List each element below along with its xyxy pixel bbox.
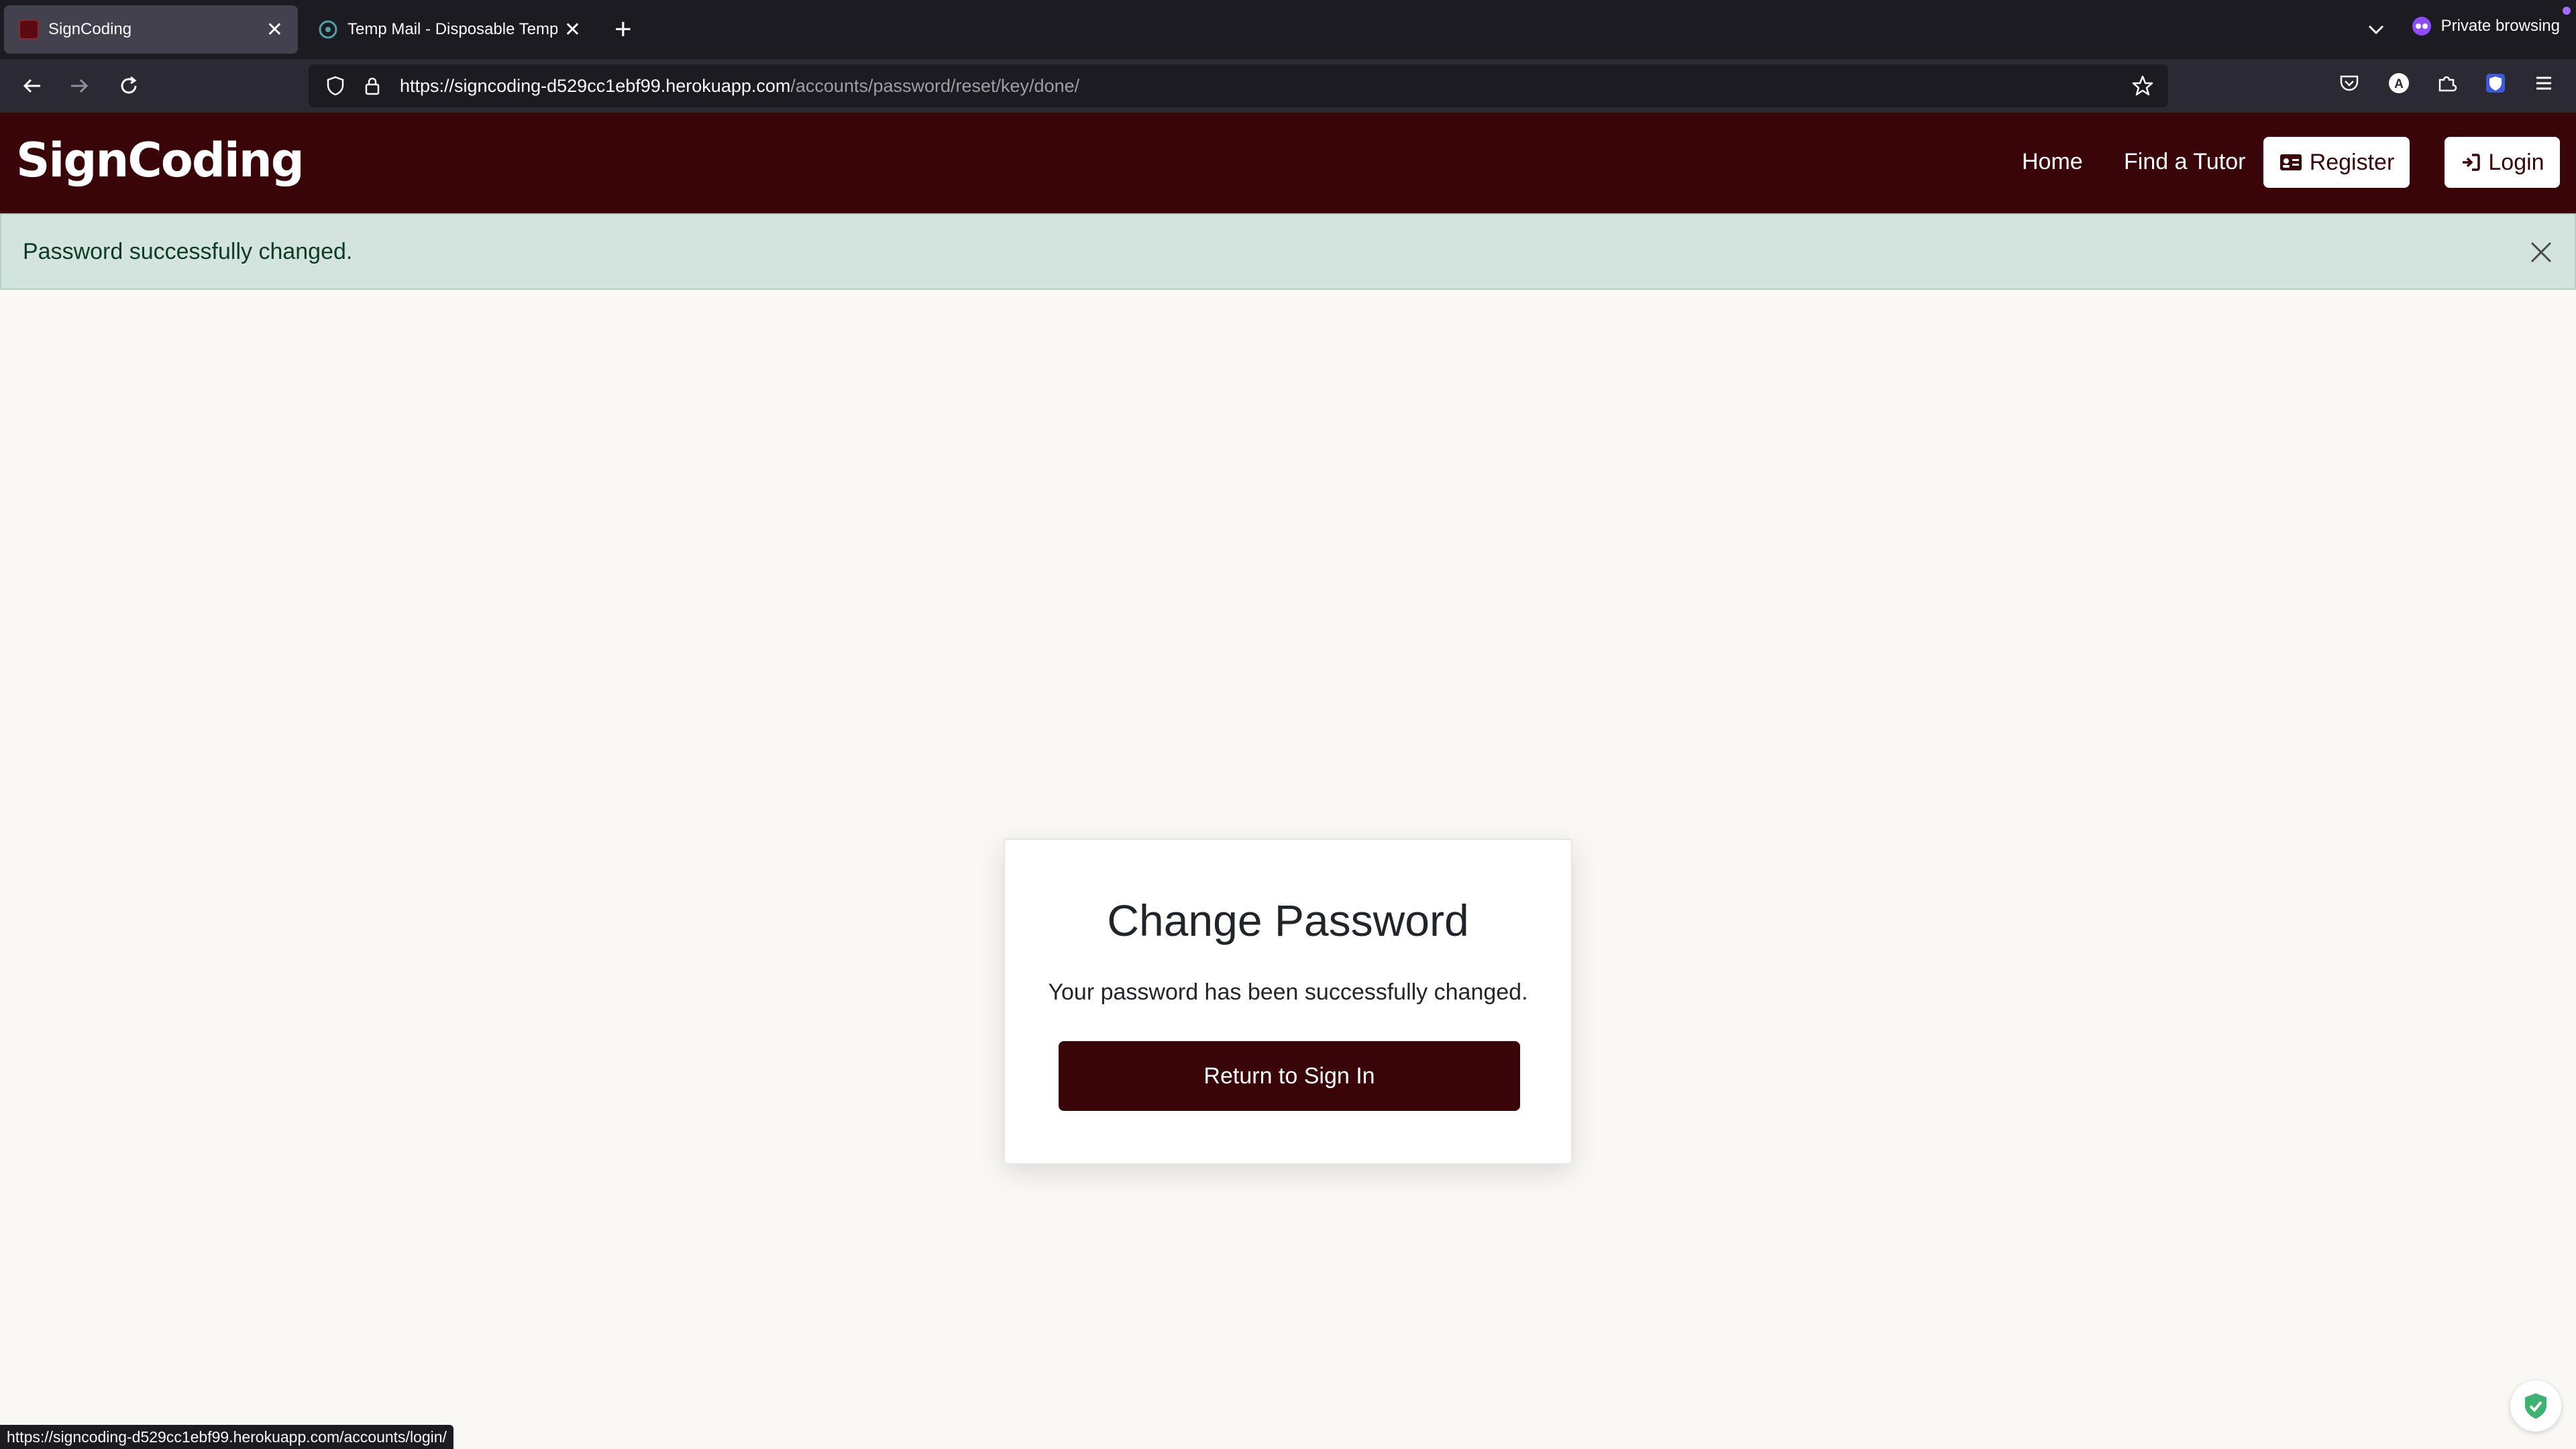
- signcoding-favicon-icon: [19, 19, 39, 40]
- pocket-icon[interactable]: [2337, 71, 2361, 95]
- return-to-sign-in-button[interactable]: Return to Sign In: [1059, 1041, 1520, 1111]
- sign-in-icon: [2463, 154, 2481, 171]
- shield-check-icon: [2525, 1393, 2546, 1419]
- browser-navigation-toolbar: https://signcoding-d529cc1ebf99.herokuap…: [0, 59, 2576, 113]
- tracking-protection-shield-icon[interactable]: [325, 75, 346, 97]
- nav-link-find-tutor[interactable]: Find a Tutor: [2124, 149, 2245, 175]
- forward-button[interactable]: [64, 71, 94, 101]
- url-bar[interactable]: https://signcoding-d529cc1ebf99.herokuap…: [309, 64, 2168, 107]
- url-path: /accounts/password/reset/key/done/: [790, 75, 1080, 96]
- url-host: https://signcoding-d529cc1ebf99.herokuap…: [400, 75, 791, 96]
- return-to-sign-in-label: Return to Sign In: [1203, 1063, 1375, 1089]
- list-all-tabs-chevron-icon[interactable]: [2364, 17, 2388, 42]
- notification-dot: [2563, 7, 2571, 15]
- svg-text:A: A: [2394, 77, 2404, 91]
- private-browsing-label: Private browsing: [2440, 17, 2560, 35]
- reload-button[interactable]: [114, 71, 144, 101]
- security-shield-badge[interactable]: [2510, 1381, 2561, 1432]
- tab-title: SignCoding: [48, 20, 132, 38]
- url-text: https://signcoding-d529cc1ebf99.herokuap…: [400, 76, 1079, 97]
- bookmark-star-icon[interactable]: [2131, 74, 2155, 98]
- login-label: Login: [2488, 149, 2544, 175]
- tab-signcoding[interactable]: SignCoding ✕: [4, 5, 298, 54]
- browser-tab-bar: SignCoding ✕ Temp Mail - Disposable Temp…: [0, 0, 2576, 59]
- login-button[interactable]: Login: [2445, 137, 2560, 188]
- register-button[interactable]: Register: [2263, 137, 2410, 188]
- id-card-icon: [2279, 154, 2302, 170]
- private-browsing-indicator: Private browsing: [2412, 7, 2571, 36]
- link-status-bar: https://signcoding-d529cc1ebf99.herokuap…: [0, 1425, 453, 1449]
- card-title: Change Password: [1107, 896, 1469, 945]
- back-arrow-icon: [23, 78, 40, 93]
- new-tab-plus-icon[interactable]: +: [614, 12, 632, 47]
- tempmail-favicon-icon: [319, 20, 337, 39]
- success-alert: Password successfully changed.: [0, 213, 2576, 290]
- tab-title: Temp Mail - Disposable Tempor: [347, 20, 557, 38]
- alert-message: Password successfully changed.: [23, 239, 353, 264]
- private-mask-icon: [2412, 17, 2431, 36]
- register-label: Register: [2309, 149, 2395, 175]
- password-manager-extension-icon[interactable]: [2483, 71, 2508, 95]
- nav-link-home[interactable]: Home: [2022, 149, 2083, 175]
- back-button[interactable]: [17, 71, 47, 101]
- lock-icon[interactable]: [362, 76, 382, 96]
- tab-tempmail[interactable]: Temp Mail - Disposable Tempor ✕: [303, 5, 596, 54]
- account-avatar-icon[interactable]: A: [2387, 71, 2411, 95]
- close-tab-icon[interactable]: ✕: [564, 18, 581, 42]
- site-logo[interactable]: SignCoding: [16, 133, 305, 188]
- extensions-puzzle-icon[interactable]: [2435, 71, 2459, 95]
- reload-icon: [121, 76, 137, 94]
- close-tab-icon[interactable]: ✕: [266, 18, 283, 42]
- close-alert-icon[interactable]: [2528, 239, 2555, 266]
- card-message: Your password has been successfully chan…: [1048, 979, 1528, 1005]
- site-navbar: SignCoding Home Find a Tutor Register Lo…: [0, 113, 2576, 213]
- change-password-card: Change Password Your password has been s…: [1004, 839, 1572, 1165]
- forward-arrow-icon: [71, 78, 89, 93]
- menu-hamburger-icon[interactable]: [2532, 71, 2556, 95]
